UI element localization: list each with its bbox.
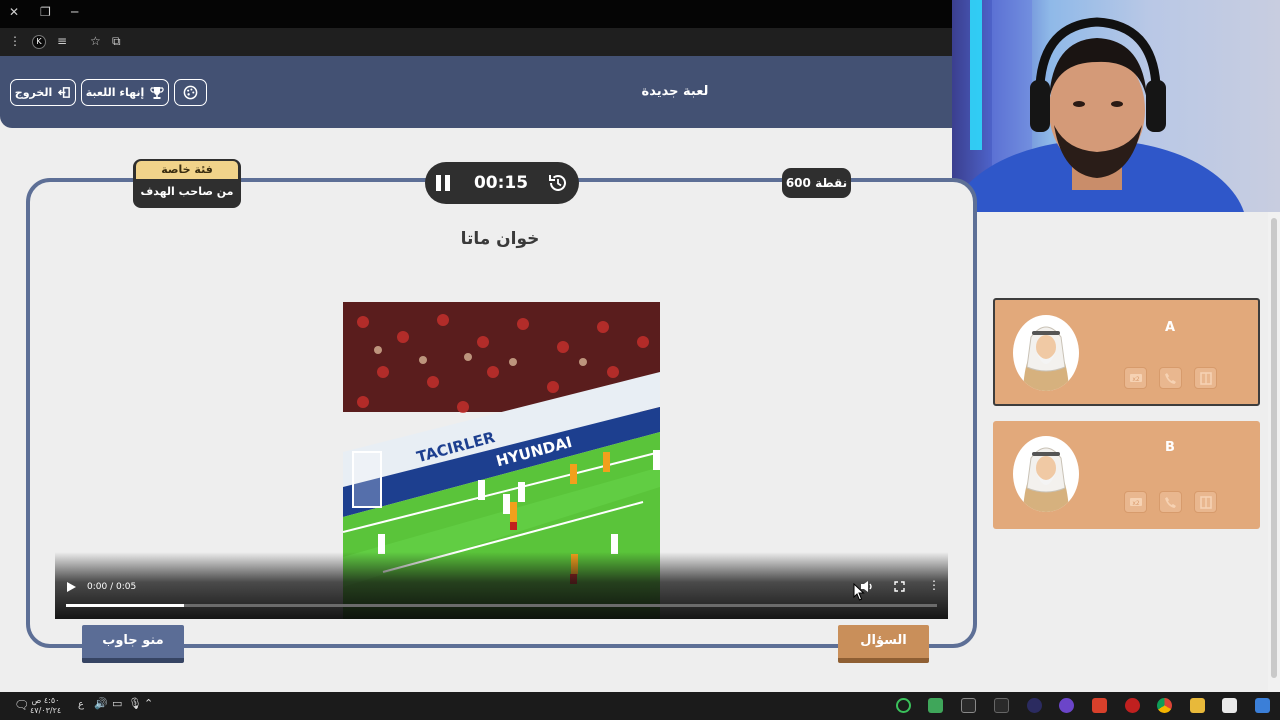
taskbar-app-store-icon[interactable] <box>1222 698 1237 713</box>
start-button-icon[interactable] <box>1255 698 1270 713</box>
double-points-icon: x2 <box>1129 498 1142 507</box>
video-time: 0:00 / 0:05 <box>87 582 137 592</box>
webcam-person-image <box>952 0 1244 212</box>
taskbar-date: ٤٧/٠٣/٢٤ <box>30 706 62 715</box>
video-progress-bar[interactable] <box>66 604 937 607</box>
tray-expand-icon[interactable]: ⌃ <box>144 697 153 710</box>
team-tool-switch[interactable] <box>1194 491 1217 513</box>
notifications-icon[interactable]: 🗨 <box>14 698 29 712</box>
webcam-overlay <box>952 0 1280 212</box>
taskbar-app-obs-icon[interactable] <box>1092 698 1107 713</box>
svg-text:x2: x2 <box>1132 376 1140 383</box>
question-text: خوان ماتا <box>460 229 540 249</box>
exit-label: الخروج <box>14 86 53 99</box>
bookmark-star-icon[interactable]: ☆ <box>90 34 101 48</box>
category-name: من صاحب الهدف <box>140 185 234 198</box>
play-icon[interactable] <box>65 581 77 593</box>
team-card-b: B x2 <box>993 421 1260 529</box>
double-points-icon: x2 <box>1129 374 1142 383</box>
video-player[interactable]: TACIRLER HYUNDAI 0:00 / 0:05 ⋮ <box>55 302 948 619</box>
team-tool-double[interactable]: x2 <box>1124 367 1147 389</box>
team-name: B <box>1165 440 1175 455</box>
browser-toolbar: ⋮ K ≡ ☆ ⧉ <box>0 28 952 56</box>
share-icon[interactable]: ⧉ <box>112 34 121 49</box>
palette-icon <box>183 85 198 100</box>
taskbar-time: ٤:٥٠ ص <box>31 696 60 705</box>
app-header: الخروج إنهاء اللعبة لعبة جديدة <box>0 56 952 128</box>
page-title: لعبة جديدة <box>641 84 709 99</box>
phone-icon <box>1165 496 1176 508</box>
exit-button[interactable]: الخروج <box>10 79 76 106</box>
language-indicator[interactable]: ع <box>78 699 84 710</box>
phone-icon <box>1165 372 1176 384</box>
taskbar-app-chrome-icon[interactable] <box>1157 698 1172 713</box>
taskbar-app-green-icon[interactable] <box>896 698 911 713</box>
team-tool-call[interactable] <box>1159 491 1182 513</box>
team-tool-call[interactable] <box>1159 367 1182 389</box>
timer-control: 00:15 <box>425 162 579 204</box>
reset-timer-icon[interactable] <box>547 172 569 194</box>
restore-window-icon[interactable]: ❐ <box>40 5 51 19</box>
taskbar-app-game-icon[interactable] <box>928 698 943 713</box>
trophy-icon <box>150 86 164 99</box>
question-button[interactable]: السؤال <box>838 625 929 663</box>
switch-question-icon <box>1199 495 1212 509</box>
page-scrollbar[interactable] <box>1268 212 1280 692</box>
taskbar-app-explorer-icon[interactable] <box>1190 698 1205 713</box>
close-window-icon[interactable]: ✕ <box>9 5 19 19</box>
team-card-a: A x2 <box>993 298 1260 406</box>
timer-value: 00:15 <box>473 173 529 193</box>
team-name: A <box>1164 320 1176 335</box>
team-tool-double[interactable]: x2 <box>1124 491 1147 513</box>
pause-icon[interactable] <box>434 174 453 192</box>
video-controls: 0:00 / 0:05 ⋮ <box>55 552 948 619</box>
taskbar-app-capcut-icon[interactable] <box>961 698 976 713</box>
category-card: فئة خاصة من صاحب الهدف <box>133 159 241 208</box>
volume-tray-icon[interactable]: 🔊 <box>94 697 108 710</box>
fullscreen-icon[interactable] <box>894 581 905 592</box>
exit-icon <box>58 87 71 98</box>
team-avatar <box>1013 315 1079 391</box>
mouse-cursor-icon <box>853 583 865 601</box>
video-options-icon[interactable]: ⋮ <box>928 578 940 592</box>
scrollbar-thumb[interactable] <box>1271 218 1277 678</box>
more-menu-icon[interactable]: ⋮ <box>9 34 21 48</box>
team-tool-switch[interactable] <box>1194 367 1217 389</box>
game-settings-button[interactable] <box>174 79 207 106</box>
end-game-label: إنهاء اللعبة <box>85 86 145 99</box>
who-answered-button[interactable]: منو جاوب <box>82 625 184 663</box>
taskbar-app-player-icon[interactable] <box>1027 698 1042 713</box>
taskbar-app-xbox-icon[interactable] <box>994 698 1009 713</box>
svg-text:x2: x2 <box>1132 500 1140 507</box>
end-game-button[interactable]: إنهاء اللعبة <box>81 79 169 106</box>
team-avatar <box>1013 436 1079 512</box>
points-badge: 600 نقطة <box>782 168 851 198</box>
network-tray-icon[interactable]: ▭ <box>112 697 122 710</box>
taskbar: 🗨 ٤:٥٠ ص ٤٧/٠٣/٢٤ ع 🔊 ▭ 🎙 ⌃ <box>0 692 1280 720</box>
video-progress-fill <box>66 604 184 607</box>
category-label: فئة خاصة <box>136 161 238 179</box>
microphone-tray-icon[interactable]: 🎙 <box>128 697 142 710</box>
taskbar-clock[interactable]: ٤:٥٠ ص ٤٧/٠٣/٢٤ <box>30 696 61 716</box>
playlist-icon[interactable]: ≡ <box>57 34 67 48</box>
taskbar-app-discord-icon[interactable] <box>1059 698 1074 713</box>
taskbar-app-record-icon[interactable] <box>1125 698 1140 713</box>
switch-question-icon <box>1199 371 1212 385</box>
profile-icon[interactable]: K <box>32 35 46 49</box>
minimize-window-icon[interactable]: ─ <box>71 5 78 19</box>
